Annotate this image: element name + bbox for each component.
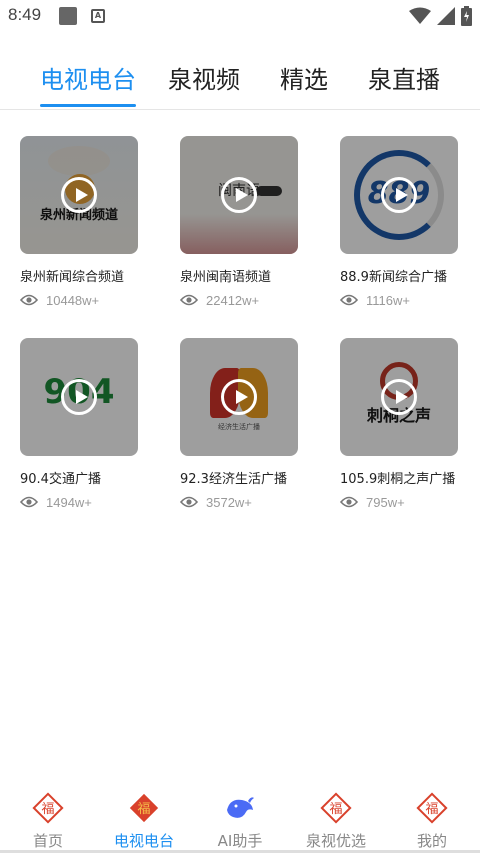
whale-icon <box>227 797 254 818</box>
play-icon[interactable] <box>61 177 97 213</box>
svg-text:福: 福 <box>329 802 342 817</box>
eye-icon <box>180 294 198 306</box>
channel-title[interactable]: 105.9刺桐之声广播 <box>340 468 480 487</box>
nav-tv-radio[interactable]: 福 电视电台 <box>96 790 192 850</box>
tab-active-indicator <box>40 104 136 107</box>
channel-title[interactable]: 90.4交通广播 <box>20 468 170 487</box>
svg-text:福: 福 <box>137 802 150 817</box>
tab-tv-radio[interactable]: 电视电台 <box>40 60 136 95</box>
channel-title[interactable]: 泉州新闻综合频道 <box>20 266 170 285</box>
fu-icon: 福 <box>32 792 64 824</box>
play-icon[interactable] <box>381 379 417 415</box>
eye-icon <box>340 496 358 508</box>
channel-title[interactable]: 92.3经济生活广播 <box>180 468 330 487</box>
svg-text:福: 福 <box>425 802 438 817</box>
notification-square-icon <box>59 7 77 25</box>
nav-mine[interactable]: 福 我的 <box>384 790 480 850</box>
play-icon[interactable] <box>221 177 257 213</box>
eye-icon <box>20 294 38 306</box>
tab-quan-live[interactable]: 泉直播 <box>368 60 440 95</box>
view-count: 22412w+ <box>180 291 259 309</box>
signal-icon <box>437 7 455 25</box>
channel-thumbnail[interactable]: 闽南语 <box>180 136 298 254</box>
top-tab-bar: 电视电台 泉视频 精选 泉直播 <box>0 52 480 110</box>
view-count: 1494w+ <box>20 493 92 511</box>
view-count: 3572w+ <box>180 493 252 511</box>
channel-thumbnail[interactable]: 泉州新闻频道 <box>20 136 138 254</box>
tab-quan-video[interactable]: 泉视频 <box>168 60 240 95</box>
wifi-icon <box>409 7 431 24</box>
status-icons <box>409 6 472 26</box>
play-icon[interactable] <box>381 177 417 213</box>
channel-title[interactable]: 88.9新闻综合广播 <box>340 266 480 285</box>
svg-text:福: 福 <box>41 802 54 817</box>
eye-icon <box>340 294 358 306</box>
status-bar: 8:49 A <box>0 0 480 32</box>
nav-home[interactable]: 福 首页 <box>0 790 96 850</box>
view-count: 10448w+ <box>20 291 99 309</box>
channel-thumbnail[interactable]: 经济生活广播 <box>180 338 298 456</box>
tab-featured[interactable]: 精选 <box>280 60 328 95</box>
channel-thumbnail[interactable]: 刺桐之声 <box>340 338 458 456</box>
nav-ai-assistant[interactable]: AI助手 <box>192 790 288 850</box>
fu-icon: 福 <box>129 793 159 823</box>
channel-thumbnail[interactable]: 904 <box>20 338 138 456</box>
play-icon[interactable] <box>221 379 257 415</box>
channel-title[interactable]: 泉州闽南语频道 <box>180 266 330 285</box>
view-count: 795w+ <box>340 493 405 511</box>
channel-thumbnail[interactable]: 889 <box>340 136 458 254</box>
status-time: 8:49 <box>8 5 42 24</box>
eye-icon <box>180 496 198 508</box>
eye-icon <box>20 496 38 508</box>
play-icon[interactable] <box>61 379 97 415</box>
notification-a-icon: A <box>91 9 105 23</box>
bottom-nav: 福 首页 福 电视电台 AI助手 福 泉视优选 福 我的 <box>0 786 480 853</box>
view-count: 1116w+ <box>340 291 410 309</box>
nav-quan-selection[interactable]: 福 泉视优选 <box>288 790 384 850</box>
battery-icon <box>461 6 472 26</box>
fu-icon: 福 <box>416 792 448 824</box>
fu-icon: 福 <box>320 792 352 824</box>
